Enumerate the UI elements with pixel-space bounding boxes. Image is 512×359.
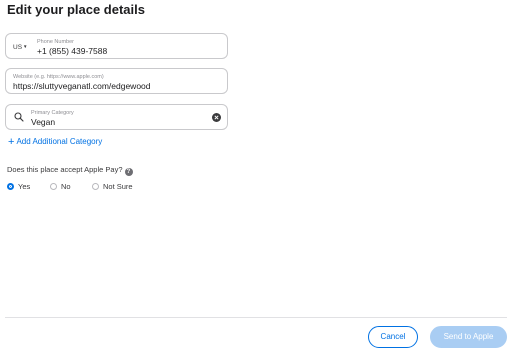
country-code-label: US [13, 44, 23, 51]
clear-icon[interactable] [212, 113, 221, 122]
plus-icon: + [8, 136, 15, 148]
category-input[interactable]: Vegan [31, 117, 55, 128]
chevron-down-icon: ▼ [23, 44, 28, 49]
search-icon [14, 112, 24, 122]
radio-circle [92, 183, 99, 190]
question-mark-icon[interactable]: ? [124, 168, 133, 176]
radio-circle [7, 183, 14, 190]
radio-yes-label: Yes [18, 182, 31, 191]
website-field[interactable]: Website (e.g. https://www.apple.com) htt… [5, 68, 228, 94]
cancel-button[interactable]: Cancel [368, 326, 418, 348]
add-category-link[interactable]: + Add Additional Category [8, 136, 102, 148]
radio-not-sure-label: Not Sure [103, 182, 133, 191]
apple-pay-question: Does this place accept Apple Pay?? [7, 165, 133, 176]
country-code-picker[interactable]: US▼ [13, 43, 28, 52]
add-category-label: Add Additional Category [16, 137, 103, 146]
radio-circle [50, 183, 57, 190]
website-input[interactable]: https://sluttyveganatl.com/edgewood [13, 81, 151, 92]
website-placeholder: Website (e.g. https://www.apple.com) [13, 74, 104, 80]
category-field[interactable]: Primary Category Vegan [5, 104, 228, 130]
radio-no-label: No [61, 182, 71, 191]
phone-input[interactable]: +1 (855) 439-7588 [37, 46, 107, 57]
page-title: Edit your place details [7, 2, 145, 17]
send-to-apple-button[interactable]: Send to Apple [430, 326, 507, 348]
phone-field[interactable]: US▼ Phone Number +1 (855) 439-7588 [5, 33, 228, 59]
apple-pay-question-text: Does this place accept Apple Pay? [7, 165, 123, 174]
footer-divider [5, 317, 507, 318]
category-label: Primary Category [31, 110, 74, 116]
phone-label: Phone Number [37, 39, 74, 45]
